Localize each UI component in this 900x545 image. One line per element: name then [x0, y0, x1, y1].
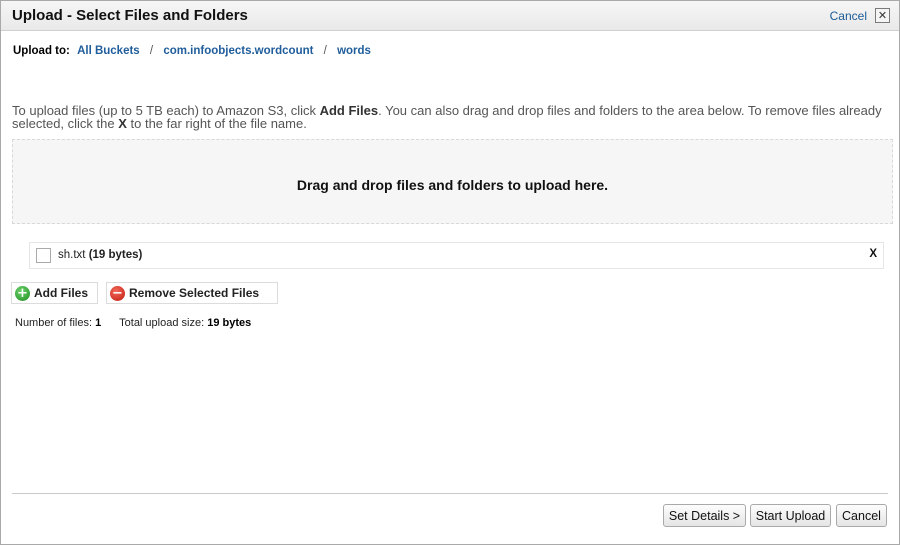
- files-count-label: Number of files:: [15, 317, 93, 329]
- instructions-add-files: Add Files: [319, 103, 379, 118]
- close-icon[interactable]: ✕: [875, 8, 890, 23]
- breadcrumb-separator: /: [323, 45, 327, 57]
- remove-selected-files-button[interactable]: − Remove Selected Files: [106, 282, 278, 304]
- file-row: sh.txt (19 bytes) X: [29, 242, 884, 269]
- instructions-x: X: [118, 116, 127, 131]
- remove-selected-label: Remove Selected Files: [129, 286, 260, 300]
- upload-summary: Number of files: 1 Total upload size: 19…: [15, 317, 251, 329]
- start-upload-button[interactable]: Start Upload: [750, 504, 831, 527]
- instructions-part: to the far right of the file name.: [126, 116, 307, 131]
- breadcrumb-separator: /: [149, 45, 154, 57]
- drop-zone-text: Drag and drop files and folders to uploa…: [296, 177, 609, 193]
- upload-size-label: Total upload size:: [119, 317, 205, 329]
- files-count-value: 1: [95, 317, 102, 329]
- breadcrumb-all-buckets[interactable]: All Buckets: [77, 45, 140, 57]
- drop-zone[interactable]: Drag and drop files and folders to uploa…: [12, 139, 893, 224]
- breadcrumb: Upload to: All Buckets / com.infoobjects…: [13, 45, 371, 57]
- file-name: sh.txt (19 bytes): [58, 249, 142, 261]
- breadcrumb-label: Upload to:: [13, 45, 70, 57]
- remove-circle-icon: −: [110, 285, 125, 301]
- add-files-label: Add Files: [34, 286, 89, 300]
- set-details-button[interactable]: Set Details >: [663, 504, 746, 527]
- dialog-title: Upload - Select Files and Folders: [12, 7, 248, 24]
- file-size: (19 bytes): [88, 249, 143, 261]
- file-checkbox[interactable]: [36, 248, 51, 263]
- add-files-button[interactable]: + Add Files: [11, 282, 98, 304]
- file-name-text: sh.txt: [58, 249, 86, 261]
- add-circle-icon: +: [15, 285, 30, 301]
- footer-divider: [12, 493, 888, 494]
- titlebar-cancel-link[interactable]: Cancel: [830, 9, 867, 23]
- breadcrumb-bucket[interactable]: com.infoobjects.wordcount: [163, 45, 313, 57]
- upload-size-value: 19 bytes: [207, 317, 252, 329]
- cancel-button[interactable]: Cancel: [836, 504, 887, 527]
- remove-file-button[interactable]: X: [869, 248, 877, 260]
- upload-dialog: Upload - Select Files and Folders Cancel…: [0, 0, 900, 545]
- dialog-titlebar: Upload - Select Files and Folders Cancel…: [1, 1, 899, 31]
- instructions-text: To upload files (up to 5 TB each) to Ama…: [12, 104, 887, 130]
- breadcrumb-folder[interactable]: words: [337, 45, 371, 57]
